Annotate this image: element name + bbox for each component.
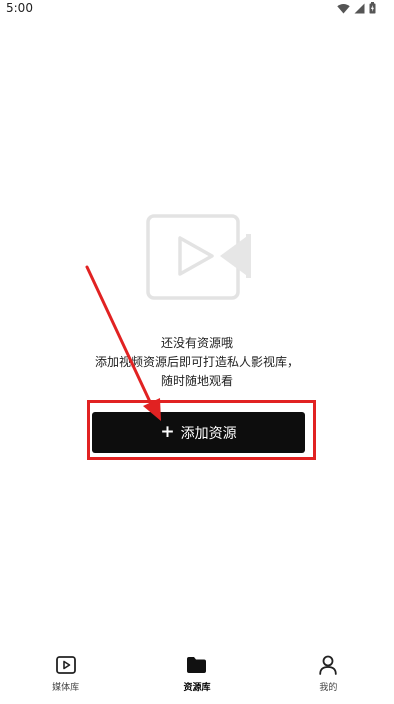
status-time: 5:00 [6, 1, 33, 15]
add-resource-label: 添加资源 [180, 425, 237, 442]
empty-state-description-line2: 随时随地观看 [160, 374, 233, 388]
bottom-navigation: 媒体库 资源库 我的 [0, 646, 394, 704]
media-library-icon [55, 654, 77, 676]
plus-icon: + [160, 422, 175, 442]
wifi-icon [337, 3, 350, 14]
folder-icon [186, 654, 208, 676]
profile-icon [317, 654, 339, 676]
status-icons [337, 2, 376, 14]
nav-item-resource-library[interactable]: 资源库 [131, 646, 262, 704]
nav-label-profile: 我的 [319, 683, 338, 693]
empty-state-description-line1: 添加视频资源后即可打造私人影视库， [94, 355, 299, 369]
nav-item-media-library[interactable]: 媒体库 [0, 646, 131, 704]
add-resource-button[interactable]: + 添加资源 [92, 412, 305, 453]
nav-label-resource-library: 资源库 [183, 683, 211, 693]
empty-state-title: 还没有资源哦 [160, 336, 233, 350]
app-screen: 5:00 还没有资源哦 添加视频资源后即可打造私人影视库， 随时随地观看 + 添… [0, 0, 394, 704]
nav-item-profile[interactable]: 我的 [263, 646, 394, 704]
video-play-placeholder-icon [146, 214, 252, 300]
cell-signal-icon [354, 3, 365, 14]
battery-icon [369, 2, 376, 14]
status-bar: 5:00 [0, 0, 394, 16]
nav-label-media-library: 媒体库 [52, 683, 80, 693]
